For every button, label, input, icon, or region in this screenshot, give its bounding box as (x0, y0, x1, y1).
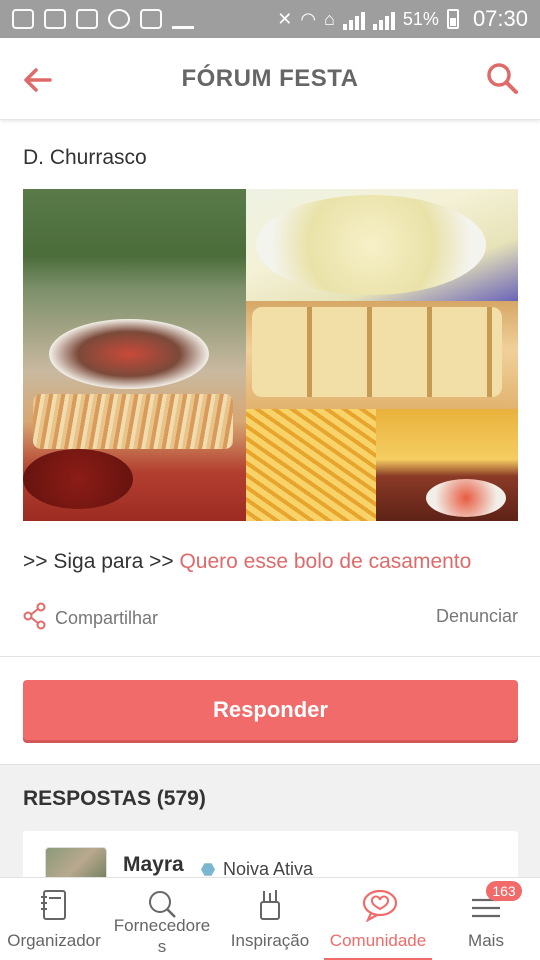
arrow-left-icon[interactable] (20, 62, 56, 98)
nav-inspiracao[interactable]: Inspiração (216, 878, 324, 960)
nav-organizador[interactable]: Organizador (0, 878, 108, 960)
share-button[interactable]: Compartilhar (23, 602, 158, 635)
nav-label: Fornecedore s (113, 916, 211, 956)
status-bar: ✕ ◠ ⌂ 51% 07:30 (0, 0, 540, 38)
download-icon (172, 9, 194, 29)
battery-icon (446, 9, 459, 29)
divider (0, 656, 540, 657)
nav-comunidade[interactable]: Comunidade (324, 878, 432, 960)
hexagon-icon (201, 863, 215, 876)
wifi-icon: ◠ (300, 8, 317, 29)
image-icon (140, 9, 162, 29)
notification-icons (12, 9, 194, 29)
bottom-navigation: Organizador Fornecedore s Inspiração Com… (0, 877, 540, 960)
nav-label: Comunidade (329, 931, 427, 950)
status-right: ✕ ◠ ⌂ 51% 07:30 (277, 6, 528, 32)
home-icon: ⌂ (324, 8, 335, 29)
nav-mais[interactable]: 163 Mais (432, 878, 540, 960)
responses-header: RESPOSTAS (579) (23, 787, 206, 810)
potato-salad-photo (246, 189, 518, 301)
notebook-icon (37, 888, 71, 922)
nav-label: Inspiração (230, 931, 310, 950)
post-title: D. Churrasco (23, 146, 147, 169)
response-author[interactable]: Mayra (123, 853, 184, 877)
post-image[interactable] (23, 189, 518, 521)
bbq-photo (23, 189, 246, 521)
follow-prefix: >> Siga para >> (23, 550, 180, 573)
post-actions: Compartilhar Denunciar (0, 598, 540, 638)
mute-icon: ✕ (277, 8, 293, 29)
whatsapp-icon (108, 9, 130, 29)
page-title: FÓRUM FESTA (181, 64, 359, 92)
reply-button[interactable]: Responder (23, 680, 518, 740)
signal-icon (372, 8, 395, 30)
pencil-cup-icon (253, 888, 287, 922)
facebook-icon (76, 9, 98, 29)
nav-label: Organizador (7, 931, 101, 950)
notification-badge: 163 (486, 881, 522, 901)
nav-label: Mais (468, 931, 504, 950)
facebook-icon (44, 9, 66, 29)
nav-fornecedores[interactable]: Fornecedore s (108, 878, 216, 960)
fries-ribs-photo (246, 409, 518, 521)
chat-heart-icon (361, 888, 398, 923)
app-bar: FÓRUM FESTA (0, 38, 540, 120)
share-label: Compartilhar (55, 608, 159, 628)
garlic-bread-photo (246, 301, 518, 409)
follow-line: >> Siga para >> Quero esse bolo de casam… (23, 550, 471, 574)
share-icon (23, 602, 47, 635)
search-icon[interactable] (484, 60, 520, 96)
report-link[interactable]: Denunciar (436, 606, 518, 627)
clock: 07:30 (472, 6, 528, 31)
signal-icon (342, 8, 365, 30)
responses-section: RESPOSTAS (579) Mayra Noiva Ativa (0, 764, 540, 891)
follow-link[interactable]: Quero esse bolo de casamento (179, 550, 471, 573)
message-icon (12, 9, 34, 29)
battery-percentage: 51% (402, 8, 439, 29)
